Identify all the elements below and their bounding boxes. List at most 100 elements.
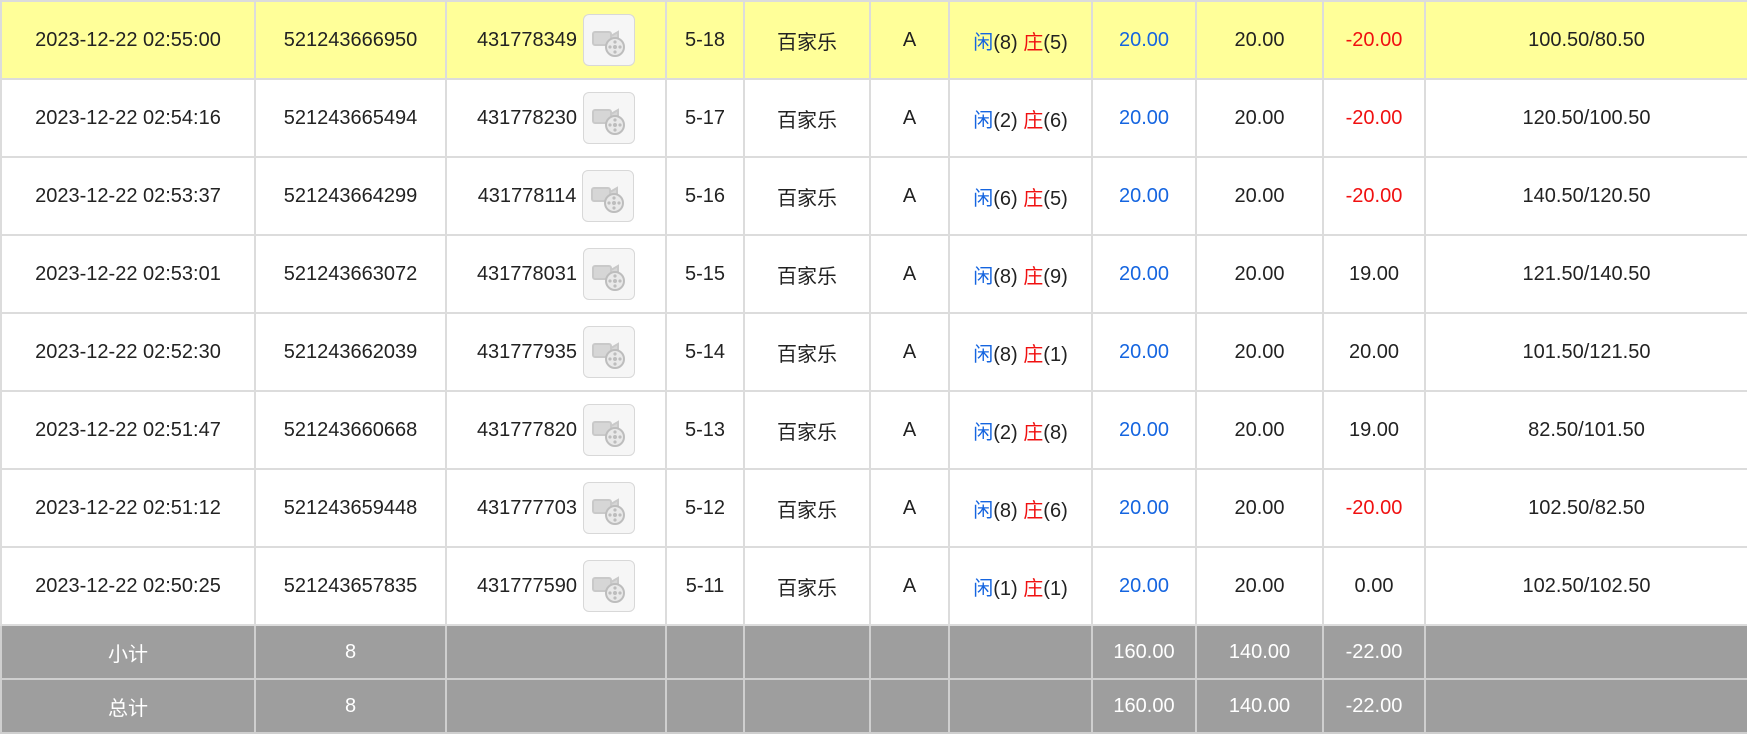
game-name: 百家乐: [743, 312, 871, 392]
player-label: 闲: [973, 187, 994, 210]
table-body: 2023-12-22 02:55:00 521243666950 4317783…: [0, 0, 1747, 626]
round-id: 431778349: [476, 28, 578, 51]
total-win-loss: -22.00: [1322, 678, 1426, 734]
bet-time: 2023-12-22 02:53:37: [0, 156, 256, 236]
player-label: 闲: [973, 421, 994, 444]
total-valid-bet: 140.00: [1195, 678, 1324, 734]
order-number: 521243662039: [254, 312, 447, 392]
round-id: 431778230: [476, 106, 578, 129]
round-id: 431777703: [476, 496, 578, 519]
table-name: A: [869, 234, 950, 314]
table-name: A: [869, 312, 950, 392]
banker-label: 庄: [1023, 499, 1044, 522]
valid-bet: 20.00: [1195, 468, 1324, 548]
game-name: 百家乐: [743, 0, 871, 80]
result-cell: 闲(8) 庄(9): [948, 234, 1093, 314]
round-cell: 431777820: [445, 390, 667, 470]
player-point: (6): [993, 187, 1018, 210]
order-number: 521243666950: [254, 0, 447, 80]
empty-cell: [948, 624, 1093, 680]
banker-label: 庄: [1023, 577, 1044, 600]
summary-body: 小计 8 160.00 140.00 -22.00 总计 8 160.00 14…: [0, 624, 1747, 734]
video-replay-icon[interactable]: [583, 560, 636, 612]
result-cell: 闲(6) 庄(5): [948, 156, 1093, 236]
bet-time: 2023-12-22 02:52:30: [0, 312, 256, 392]
banker-point: (1): [1043, 343, 1068, 366]
table-name: A: [869, 390, 950, 470]
round-cell: 431777703: [445, 468, 667, 548]
video-replay-icon[interactable]: [583, 404, 636, 456]
banker-point: (6): [1043, 109, 1068, 132]
player-label: 闲: [973, 265, 994, 288]
balance-change: 140.50/120.50: [1424, 156, 1747, 236]
table-row: 2023-12-22 02:55:00 521243666950 4317783…: [0, 0, 1747, 80]
video-replay-icon[interactable]: [582, 170, 635, 222]
balance-change: 102.50/82.50: [1424, 468, 1747, 548]
video-replay-icon[interactable]: [583, 248, 636, 300]
total-bet: 160.00: [1091, 678, 1197, 734]
banker-label: 庄: [1023, 421, 1044, 444]
shoe-number: 5-11: [665, 546, 745, 626]
player-label: 闲: [973, 109, 994, 132]
bet-amount: 20.00: [1091, 468, 1197, 548]
game-name: 百家乐: [743, 78, 871, 158]
table-row: 2023-12-22 02:53:01 521243663072 4317780…: [0, 234, 1747, 314]
bet-records-table: 2023-12-22 02:55:00 521243666950 4317783…: [0, 0, 1747, 734]
empty-cell: [665, 678, 745, 734]
order-number: 521243660668: [254, 390, 447, 470]
total-count: 8: [254, 678, 447, 734]
round-id: 431777935: [476, 340, 578, 363]
win-loss: 19.00: [1322, 390, 1426, 470]
banker-point: (5): [1043, 187, 1068, 210]
bet-amount: 20.00: [1091, 546, 1197, 626]
banker-point: (9): [1043, 265, 1068, 288]
win-loss: -20.00: [1322, 156, 1426, 236]
player-point: (8): [993, 31, 1018, 54]
empty-cell: [665, 624, 745, 680]
table-row: 2023-12-22 02:51:12 521243659448 4317777…: [0, 468, 1747, 548]
banker-point: (1): [1043, 577, 1068, 600]
empty-cell: [743, 624, 871, 680]
player-point: (1): [993, 577, 1018, 600]
video-replay-icon[interactable]: [583, 14, 636, 66]
win-loss: -20.00: [1322, 78, 1426, 158]
bet-time: 2023-12-22 02:51:12: [0, 468, 256, 548]
game-name: 百家乐: [743, 546, 871, 626]
balance-change: 121.50/140.50: [1424, 234, 1747, 314]
win-loss: -20.00: [1322, 468, 1426, 548]
total-row: 总计 8 160.00 140.00 -22.00: [0, 678, 1747, 734]
empty-cell: [869, 624, 950, 680]
win-loss: 20.00: [1322, 312, 1426, 392]
player-point: (8): [993, 343, 1018, 366]
empty-cell: [1424, 678, 1747, 734]
video-replay-icon[interactable]: [583, 482, 636, 534]
valid-bet: 20.00: [1195, 78, 1324, 158]
empty-cell: [948, 678, 1093, 734]
subtotal-row: 小计 8 160.00 140.00 -22.00: [0, 624, 1747, 680]
player-point: (2): [993, 109, 1018, 132]
banker-point: (5): [1043, 31, 1068, 54]
video-replay-icon[interactable]: [583, 326, 636, 378]
shoe-number: 5-12: [665, 468, 745, 548]
result-cell: 闲(8) 庄(6): [948, 468, 1093, 548]
valid-bet: 20.00: [1195, 156, 1324, 236]
bet-amount: 20.00: [1091, 0, 1197, 80]
game-name: 百家乐: [743, 234, 871, 314]
table-name: A: [869, 0, 950, 80]
empty-cell: [869, 678, 950, 734]
empty-cell: [445, 624, 667, 680]
win-loss: 0.00: [1322, 546, 1426, 626]
player-point: (8): [993, 265, 1018, 288]
result-cell: 闲(2) 庄(8): [948, 390, 1093, 470]
player-point: (8): [993, 499, 1018, 522]
balance-change: 120.50/100.50: [1424, 78, 1747, 158]
player-label: 闲: [973, 499, 994, 522]
bet-amount: 20.00: [1091, 234, 1197, 314]
video-replay-icon[interactable]: [583, 92, 636, 144]
balance-change: 100.50/80.50: [1424, 0, 1747, 80]
shoe-number: 5-16: [665, 156, 745, 236]
round-cell: 431778114: [445, 156, 667, 236]
bet-time: 2023-12-22 02:55:00: [0, 0, 256, 80]
bet-amount: 20.00: [1091, 156, 1197, 236]
order-number: 521243659448: [254, 468, 447, 548]
